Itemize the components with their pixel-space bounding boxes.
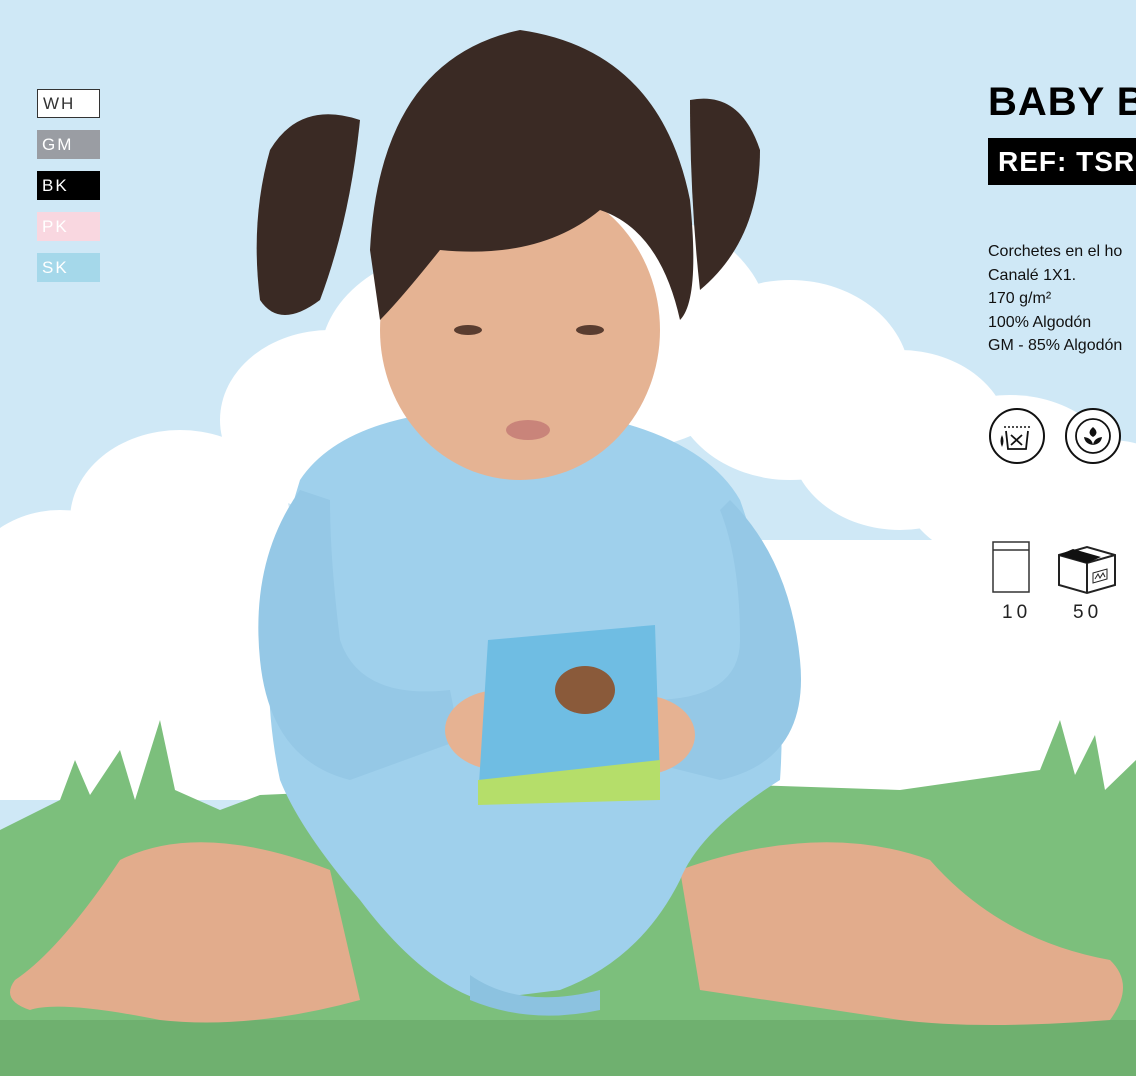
spec-line: 100% Algodón (988, 313, 1092, 331)
box-icon (1058, 545, 1116, 595)
product-title: BABY B (988, 80, 1136, 124)
color-swatch-wh[interactable]: WH (37, 89, 100, 118)
hand-wash-icon (989, 408, 1045, 464)
color-swatch-list: WH GM BK PK SK (37, 89, 100, 294)
color-swatch-gm[interactable]: GM (37, 130, 100, 159)
color-swatch-sk[interactable]: SK (37, 253, 100, 282)
product-photo (0, 0, 1136, 1076)
bag-count: 10 (1002, 602, 1032, 623)
box-count: 50 (1073, 602, 1103, 623)
ground-shadow (0, 1020, 1136, 1076)
product-specs: Corchetes en el ho Canalé 1X1. 170 g/m² … (988, 240, 1122, 358)
bag-icon (992, 541, 1030, 593)
spec-line: Canalé 1X1. (988, 266, 1077, 284)
color-swatch-pk[interactable]: PK (37, 212, 100, 241)
spec-line: 170 g/m² (988, 290, 1052, 307)
spec-line: Corchetes en el ho (988, 243, 1123, 260)
product-reference: REF: TSR (988, 138, 1136, 185)
cotton-icon (1065, 408, 1121, 464)
spec-line: GM - 85% Algodón (988, 337, 1123, 354)
color-swatch-bk[interactable]: BK (37, 171, 100, 200)
